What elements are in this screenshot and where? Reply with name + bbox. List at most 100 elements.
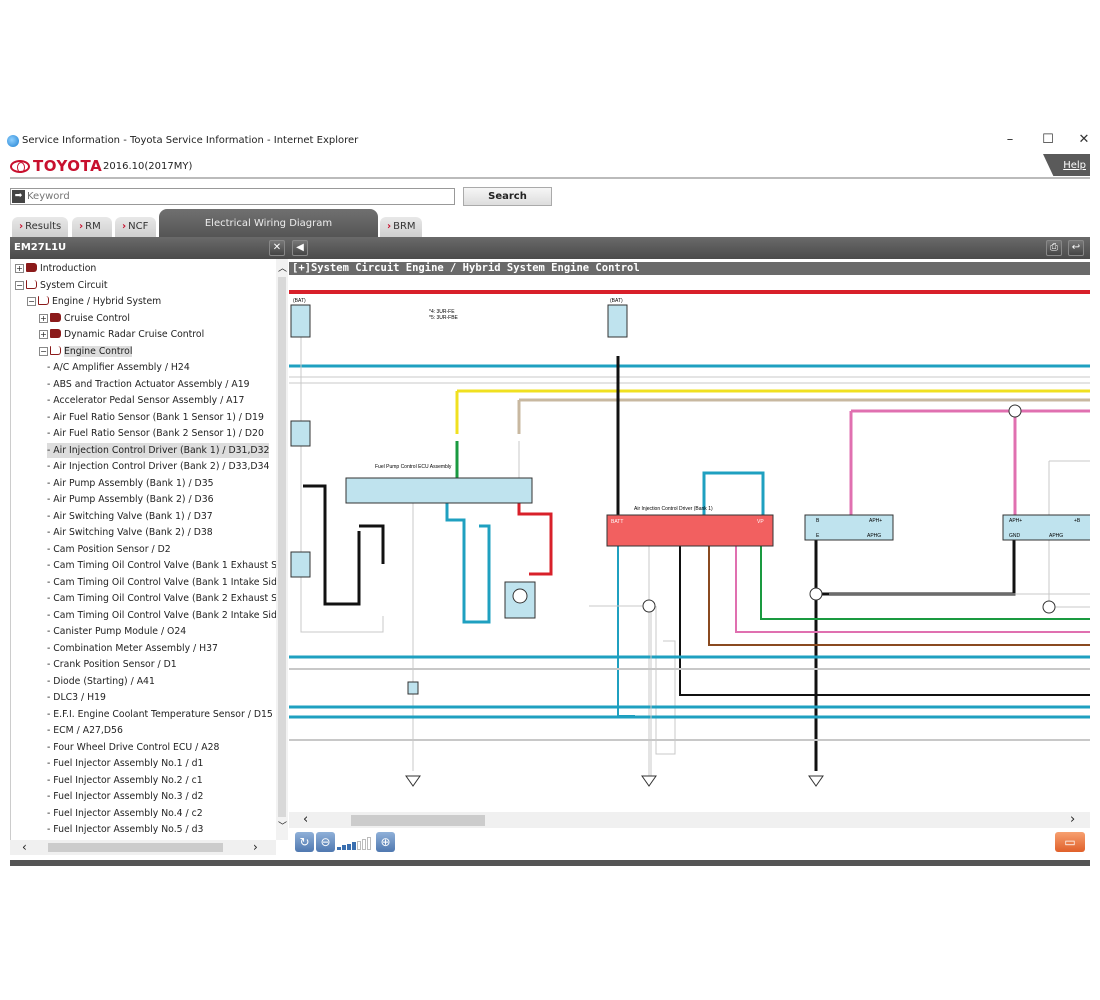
- maximize-button[interactable]: ☐: [1038, 132, 1058, 150]
- zoom-in-button[interactable]: ⊕: [376, 832, 395, 852]
- scroll-right-icon[interactable]: ›: [1070, 812, 1075, 827]
- tree-item[interactable]: - Cam Timing Oil Control Valve (Bank 1 I…: [47, 575, 276, 590]
- tree-horizontal-scrollbar[interactable]: ‹ ›: [10, 840, 276, 855]
- tree-item[interactable]: - Fuel Injector Assembly No.5 / d3: [47, 822, 203, 837]
- book-icon: [50, 312, 61, 322]
- zoom-out-button[interactable]: ⊖: [316, 832, 335, 852]
- splice-point: [1042, 600, 1056, 614]
- pin-label: APH+: [1009, 518, 1022, 524]
- tree-item[interactable]: - Cam Timing Oil Control Valve (Bank 1 E…: [47, 558, 276, 573]
- wire-g: [760, 546, 1090, 620]
- scroll-thumb[interactable]: [278, 277, 286, 817]
- refresh-icon: ↻: [299, 835, 310, 849]
- minimize-button[interactable]: –: [1000, 132, 1020, 150]
- expand-icon[interactable]: +: [15, 264, 24, 273]
- tree-item[interactable]: - Cam Position Sensor / D2: [47, 542, 171, 557]
- tree-item[interactable]: - Crank Position Sensor / D1: [47, 657, 177, 672]
- tree-item[interactable]: - Diode (Starting) / A41: [47, 674, 155, 689]
- zoom-step[interactable]: [342, 845, 346, 850]
- tab-results[interactable]: › Results: [12, 217, 68, 237]
- close-panel-button[interactable]: ✕: [269, 240, 285, 256]
- collapse-panel-button[interactable]: ◀: [292, 240, 308, 256]
- document-id: EM27L1U: [14, 242, 67, 253]
- scroll-up-icon[interactable]: ︿: [278, 261, 287, 274]
- comment-button[interactable]: ▭: [1055, 832, 1085, 852]
- tree-item[interactable]: - Cam Timing Oil Control Valve (Bank 2 I…: [47, 608, 276, 623]
- reset-zoom-button[interactable]: ↻: [295, 832, 314, 852]
- scroll-right-icon[interactable]: ›: [253, 840, 258, 854]
- tree-item[interactable]: - Accelerator Pedal Sensor Assembly / A1…: [47, 393, 244, 408]
- tree-item[interactable]: - Air Switching Valve (Bank 2) / D38: [47, 525, 213, 540]
- tab-rm[interactable]: › RM: [72, 217, 112, 237]
- expand-icon[interactable]: +: [39, 313, 48, 323]
- splice-point: [642, 599, 656, 613]
- tree-node[interactable]: + Dynamic Radar Cruise Control: [39, 327, 204, 342]
- fpmp-relay: [290, 420, 311, 447]
- scroll-thumb[interactable]: [351, 815, 485, 826]
- book-icon: [50, 329, 61, 338]
- tree-item[interactable]: - Fuel Injector Assembly No.3 / d2: [47, 789, 203, 804]
- scroll-down-icon[interactable]: ﹀: [278, 819, 287, 832]
- tree-item[interactable]: - Fuel Injector Assembly No.4 / c2: [47, 806, 203, 821]
- print-button[interactable]: ⎙: [1046, 240, 1062, 256]
- tree-item[interactable]: - Air Pump Assembly (Bank 1) / D35: [47, 476, 214, 491]
- tree-item[interactable]: - Air Injection Control Driver (Bank 2) …: [47, 459, 269, 474]
- collapse-icon[interactable]: −: [27, 297, 36, 306]
- toyota-logo: TOYOTA: [10, 157, 102, 175]
- zoom-step[interactable]: [362, 839, 366, 850]
- tab-brm[interactable]: › BRM: [380, 217, 422, 237]
- collapse-icon[interactable]: −: [15, 280, 24, 290]
- tree-item[interactable]: - E.F.I. Engine Coolant Temperature Sens…: [47, 707, 273, 722]
- tree-item[interactable]: - Four Wheel Drive Control ECU / A28: [47, 740, 219, 755]
- collapse-icon[interactable]: −: [39, 346, 48, 356]
- tree-node[interactable]: − Engine / Hybrid System: [27, 294, 161, 309]
- tab-ncf[interactable]: › NCF: [115, 217, 156, 237]
- zoom-step[interactable]: [337, 847, 341, 850]
- tree-item[interactable]: - Air Fuel Ratio Sensor (Bank 2 Sensor 1…: [47, 426, 264, 441]
- zoom-level-indicator[interactable]: [337, 836, 375, 850]
- chevron-right-icon: ›: [122, 221, 127, 232]
- tree-item[interactable]: - Fuel Injector Assembly No.2 / c1: [47, 773, 203, 788]
- tab-electrical-wiring-diagram[interactable]: Electrical Wiring Diagram: [159, 209, 378, 237]
- tree-item[interactable]: - Canister Pump Module / O24: [47, 624, 186, 639]
- wiring-diagram[interactable]: (BAT) (BAT) *4: 3UR-FE *5: 3UR-FBE Fuel …: [289, 276, 1090, 812]
- help-link[interactable]: Help: [1043, 154, 1090, 176]
- tree-item[interactable]: - Cam Timing Oil Control Valve (Bank 2 E…: [47, 591, 276, 606]
- zoom-step[interactable]: [367, 837, 371, 850]
- window-title: Service Information - Toyota Service Inf…: [22, 135, 359, 146]
- tree-item[interactable]: - DLC3 / H19: [47, 690, 106, 705]
- motor-symbol-icon: [512, 588, 528, 604]
- close-window-button[interactable]: ✕: [1074, 132, 1094, 150]
- tree-node[interactable]: − Engine Control: [39, 344, 133, 359]
- header-divider: [10, 177, 1090, 179]
- tree-item[interactable]: - Air Pump Assembly (Bank 2) / D36: [47, 492, 214, 507]
- triangle-left-icon: ◀: [296, 242, 304, 253]
- tree-item[interactable]: - ECM / A27,D56: [47, 723, 123, 738]
- zoom-step[interactable]: [357, 840, 361, 850]
- scroll-left-icon[interactable]: ‹: [303, 812, 308, 827]
- wire-w: [1048, 540, 1090, 608]
- tree-item[interactable]: - ABS and Traction Actuator Assembly / A…: [47, 377, 250, 392]
- return-button[interactable]: ↩: [1068, 240, 1084, 256]
- tree-item[interactable]: - Air Switching Valve (Bank 1) / D37: [47, 509, 213, 524]
- diagram-horizontal-scrollbar[interactable]: ‹ ›: [289, 812, 1090, 828]
- tree-node[interactable]: − System Circuit: [15, 278, 108, 293]
- scroll-left-icon[interactable]: ‹: [22, 840, 27, 854]
- tree-node[interactable]: + Introduction: [15, 261, 96, 276]
- tree-item[interactable]: - Fuel Injector Assembly No.1 / d1: [47, 756, 203, 771]
- search-button[interactable]: Search: [463, 187, 552, 206]
- tree-node[interactable]: + Cruise Control: [39, 311, 130, 326]
- scroll-thumb[interactable]: [48, 843, 223, 852]
- tree-item[interactable]: - A/C Amplifier Assembly / H24: [47, 360, 190, 375]
- tree-node-label: System Circuit: [40, 279, 108, 291]
- tree-item[interactable]: - Air Injection Control Driver (Bank 1) …: [47, 442, 270, 458]
- keyword-input[interactable]: [27, 189, 447, 204]
- expand-icon[interactable]: +: [39, 330, 48, 339]
- zoom-step[interactable]: [347, 843, 351, 850]
- comment-icon: ▭: [1064, 835, 1076, 849]
- tree-item[interactable]: - Air Fuel Ratio Sensor (Bank 1 Sensor 1…: [47, 410, 264, 425]
- tree-vertical-scrollbar[interactable]: ︿ ﹀: [276, 259, 288, 840]
- tree-item[interactable]: - Combination Meter Assembly / H37: [47, 641, 218, 656]
- zoom-step[interactable]: [352, 842, 356, 850]
- wiring-diagram-canvas[interactable]: (BAT) (BAT) *4: 3UR-FE *5: 3UR-FBE Fuel …: [289, 276, 1090, 812]
